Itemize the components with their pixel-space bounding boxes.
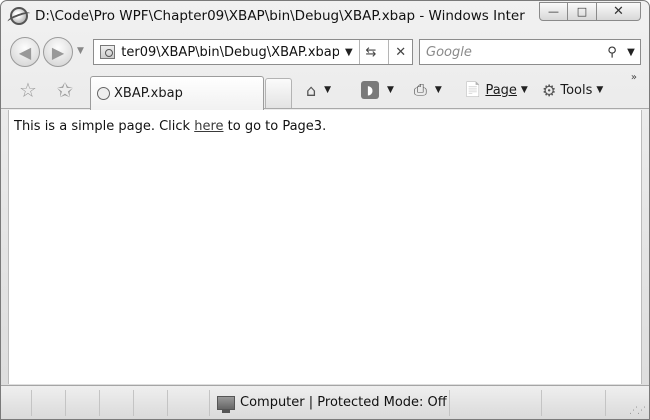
more-commands-icon[interactable]: » [631,72,637,83]
status-divider [605,390,606,416]
chevron-down-icon[interactable]: ▼ [324,85,331,95]
favorites-center-icon[interactable]: ☆ [16,78,40,102]
window-controls: — □ ✕ [539,2,641,21]
tools-menu-label: Tools [560,82,593,98]
status-divider [167,390,168,416]
rss-feed-icon: ◗ [361,81,379,99]
chevron-down-icon[interactable]: ▼ [435,85,442,95]
security-zone[interactable]: Computer | Protected Mode: Off [217,395,447,413]
internet-explorer-icon [10,7,28,25]
security-zone-label: Computer | Protected Mode: Off [240,395,447,410]
page-icon [100,45,116,59]
maximize-button[interactable]: □ [568,2,597,21]
search-box[interactable]: Google ⚲ ▼ [419,39,641,65]
tab-command-bar: ☆ ✩ XBAP.xbap ⌂ ▼ ◗ ▼ ⎙ ▼ 📄 Page ▼ ⚙ Too… [1,71,649,110]
title-bar[interactable]: D:\Code\Pro WPF\Chapter09\XBAP\bin\Debug… [1,1,649,33]
tools-menu-button[interactable]: ⚙ Tools ▼ [542,79,603,101]
page-menu-button[interactable]: 📄 Page ▼ [464,79,528,101]
gear-icon: ⚙ [542,80,557,100]
status-divider [541,390,542,416]
refresh-button[interactable]: ⇆ [360,40,383,64]
chevron-down-icon: ▼ [596,85,604,95]
status-divider [65,390,66,416]
page-content: This is a simple page. Click here to go … [8,110,642,384]
page-paragraph: This is a simple page. Click here to go … [14,119,326,134]
paragraph-text-end: to go to Page3. [223,119,327,134]
home-icon: ⌂ [306,80,317,100]
page-menu-label: Page [485,82,517,98]
recent-pages-dropdown[interactable]: ▼ [77,46,84,56]
forward-button[interactable]: ▶ [43,37,73,67]
search-options-dropdown-icon[interactable]: ▼ [622,47,640,58]
here-link[interactable]: here [194,119,223,134]
back-button[interactable]: ◀ [10,37,40,67]
feeds-button[interactable]: ◗ ▼ [361,79,394,101]
chevron-down-icon[interactable]: ▼ [387,85,394,95]
browser-window: D:\Code\Pro WPF\Chapter09\XBAP\bin\Debug… [0,0,650,420]
status-divider [209,390,210,416]
resize-grip-icon[interactable]: ⋰⋰ [629,406,646,416]
close-button[interactable]: ✕ [597,2,641,21]
address-dropdown-icon[interactable]: ▼ [345,47,353,58]
status-divider [133,390,134,416]
minimize-button[interactable]: — [539,2,568,21]
status-divider [99,390,100,416]
tab-label: XBAP.xbap [114,86,183,101]
tab-page-icon [97,87,110,100]
status-divider [31,390,32,416]
paragraph-text-start: This is a simple page. Click [14,119,195,134]
search-input[interactable]: Google [426,45,602,60]
stop-button[interactable]: ✕ [389,40,412,64]
tab-xbap[interactable]: XBAP.xbap [90,76,264,110]
home-button[interactable]: ⌂ ▼ [306,79,331,101]
navigation-bar: ◀ ▶ ▼ ter09\XBAP\bin\Debug\XBAP.xbap ▼ ⇆… [1,33,649,71]
window-title: D:\Code\Pro WPF\Chapter09\XBAP\bin\Debug… [35,8,525,24]
search-icon[interactable]: ⚲ [602,45,622,60]
status-bar: Computer | Protected Mode: Off ⋰⋰ [1,385,649,419]
print-button[interactable]: ⎙ ▼ [414,79,442,101]
new-tab-button[interactable] [265,78,292,108]
add-to-favorites-icon[interactable]: ✩ [53,78,77,102]
address-input[interactable]: ter09\XBAP\bin\Debug\XBAP.xbap [121,45,339,60]
printer-icon: ⎙ [414,80,427,99]
chevron-down-icon: ▼ [520,85,528,95]
computer-icon [217,395,235,413]
address-bar[interactable]: ter09\XBAP\bin\Debug\XBAP.xbap ▼ ⇆ ✕ [93,39,413,65]
status-divider [449,390,450,416]
page-menu-icon: 📄 [464,82,482,98]
